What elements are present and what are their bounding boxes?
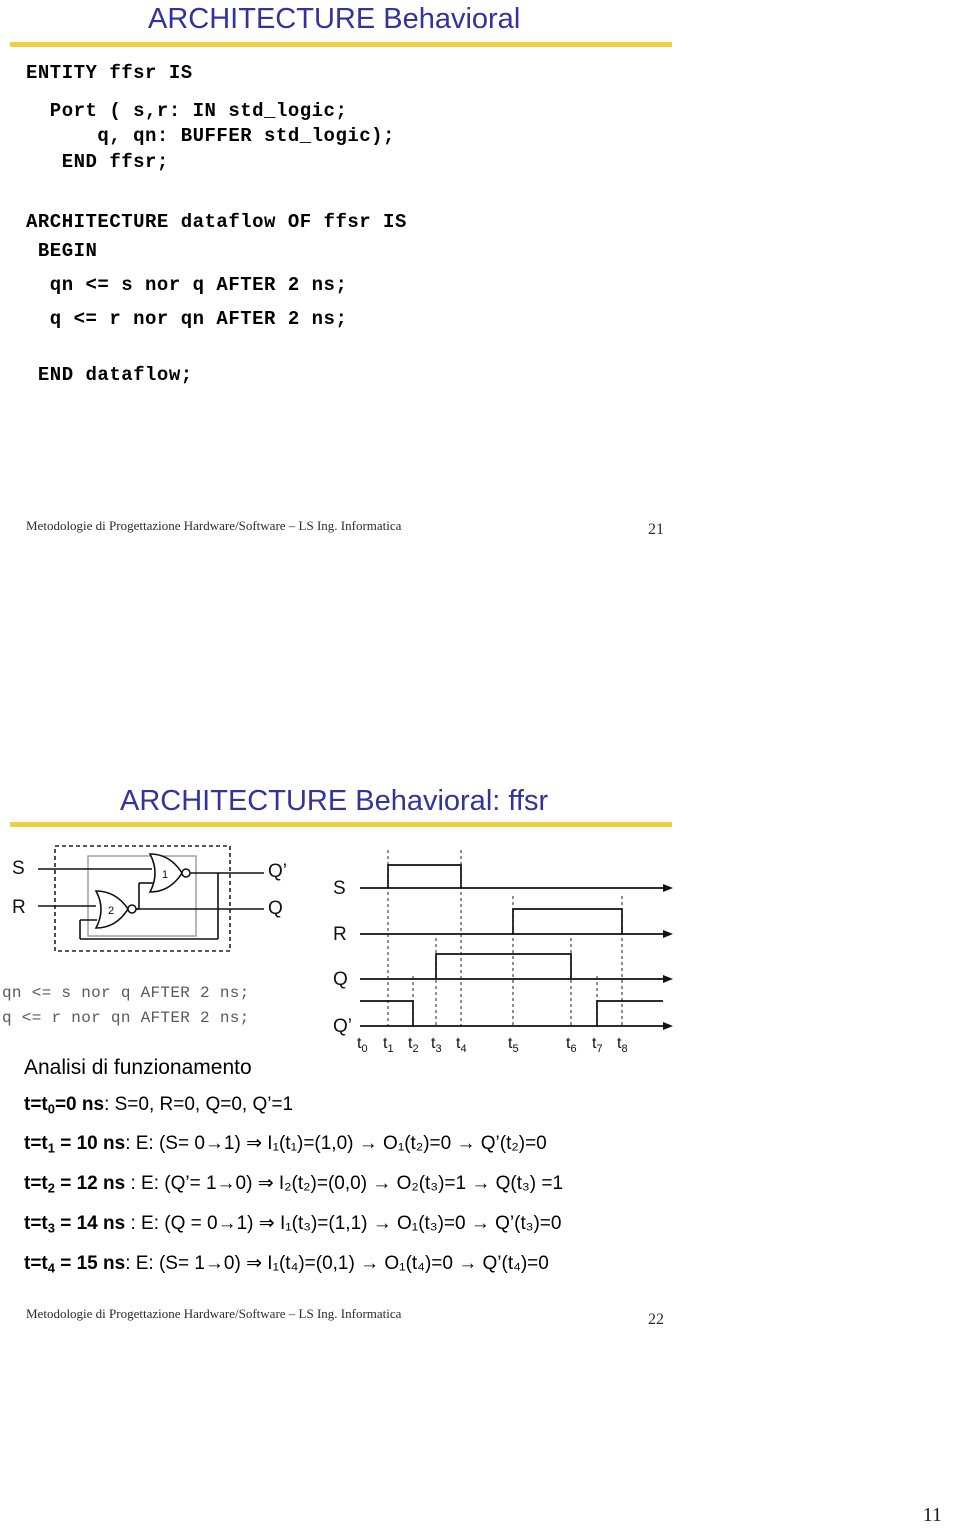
analysis-line: t=t1 = 10 ns: E: (S= 0→1) ⇒ I₁(t₁)=(1,0)… [24,1132,547,1156]
analysis-heading: Analisi di funzionamento [24,1056,252,1079]
analysis-line: t=t4 = 15 ns: E: (S= 1→0) ⇒ I₁(t₄)=(0,1)… [24,1252,549,1276]
vhdl-code-line: q <= r nor qn AFTER 2 ns; [26,308,348,330]
analysis-line-lead-tail: = 15 ns [54,1253,126,1274]
time-tick-t0: t0 [357,1035,368,1055]
time-tick-t7: t7 [592,1035,603,1055]
vhdl-code-line: Port ( s,r: IN std_logic; [26,100,348,122]
analysis-line-lead-tail: =0 ns [54,1094,105,1115]
circuit-input-s-label: S [12,858,25,879]
slide-architecture-behavioral-ffsr: ARCHITECTURE Behavioral: ffsr 1 2 S R Q’… [0,760,960,1537]
timing-diagram: S R Q Q’ t0 t1 t2 t3 t4 t5 t6 t7 t8 [333,850,673,1055]
analysis-line-lead: t=t [24,1094,48,1115]
vhdl-code-line: END dataflow; [26,364,193,386]
footer-course-label: Metodologie di Progettazione Hardware/So… [26,518,402,533]
vhdl-code-line: qn <= s nor q AFTER 2 ns; [26,274,348,296]
page-title: ARCHITECTURE Behavioral: ffsr [120,785,549,817]
time-tick-t4: t4 [456,1035,467,1055]
document-page-number: 11 [922,1504,942,1526]
time-tick-t6: t6 [566,1035,577,1055]
footer-course-label: Metodologie di Progettazione Hardware/So… [26,1306,402,1321]
analysis-line-body: : S=0, R=0, Q=0, Q’=1 [104,1094,294,1115]
time-tick-t1: t1 [383,1035,394,1055]
analysis-line-lead-tail: = 10 ns [54,1133,126,1154]
timing-label-r: R [333,924,347,945]
time-tick-t2: t2 [408,1035,419,1055]
analysis-line-body: : E: (S= 1→0) ⇒ I₁(t₄)=(0,1) → O₁(t₄)=0 … [125,1253,549,1274]
circuit-output-q-label: Q [268,898,283,919]
analysis-line-sub: 2 [47,1180,55,1196]
timing-label-s: S [333,878,346,899]
ffsr-circuit-schematic: 1 2 S R Q’ Q [12,845,287,952]
circuit-output-qn-label: Q’ [268,861,287,882]
analysis-line-lead: t=t [24,1133,48,1154]
time-tick-t5: t5 [508,1035,519,1055]
analysis-line-sub: 1 [47,1140,55,1156]
analysis-line-body: : E: (S= 0→1) ⇒ I₁(t₁)=(1,0) → O₁(t₂)=0 … [125,1133,547,1154]
analysis-line-sub: 3 [47,1220,55,1236]
analysis-line-body: : E: (Q = 0→1) ⇒ I₁(t₃)=(1,1) → O₁(t₃)=0… [125,1213,562,1234]
vhdl-code-line: BEGIN [26,240,98,262]
time-tick-t3: t3 [431,1035,442,1055]
analysis-line-body: : E: (Q’= 1→0) ⇒ I₂(t₂)=(0,0) → O₂(t₃)=1… [125,1173,564,1194]
vhdl-code-line: END ffsr; [26,151,169,173]
circuit-input-r-label: R [12,897,26,918]
analysis-line-sub: 0 [47,1101,55,1117]
svg-text:2: 2 [108,905,114,917]
page-title: ARCHITECTURE Behavioral [148,3,521,35]
slide-architecture-behavioral: ARCHITECTURE Behavioral ENTITY ffsr IS P… [0,0,960,760]
svg-text:1: 1 [162,869,168,881]
footer-page-number: 22 [648,1311,664,1328]
vhdl-code-line: q, qn: BUFFER std_logic); [26,125,395,147]
analysis-line: t=t2 = 12 ns : E: (Q’= 1→0) ⇒ I₂(t₂)=(0,… [24,1172,563,1196]
vhdl-code-line: ARCHITECTURE dataflow OF ffsr IS [26,211,407,233]
analysis-line-lead-tail: = 14 ns [54,1213,126,1234]
analysis-line-lead-tail: = 12 ns [54,1173,126,1194]
analysis-line-lead: t=t [24,1253,48,1274]
title-divider [10,822,672,827]
analysis-line-sub: 4 [47,1260,55,1276]
analysis-line-lead: t=t [24,1173,48,1194]
footer-page-number: 21 [648,521,664,538]
circuit-code-overlay-line: q <= r nor qn AFTER 2 ns; [2,1009,250,1027]
analysis-line: t=t3 = 14 ns : E: (Q = 0→1) ⇒ I₁(t₃)=(1,… [24,1212,561,1236]
timing-label-qn: Q’ [333,1016,352,1037]
circuit-code-overlay-line: qn <= s nor q AFTER 2 ns; [2,984,250,1002]
analysis-line: t=t0=0 ns: S=0, R=0, Q=0, Q’=1 [24,1094,293,1117]
timing-label-q: Q [333,969,348,990]
time-tick-t8: t8 [617,1035,628,1055]
analysis-line-lead: t=t [24,1213,48,1234]
vhdl-code-line: ENTITY ffsr IS [26,62,193,84]
title-divider [10,42,672,47]
